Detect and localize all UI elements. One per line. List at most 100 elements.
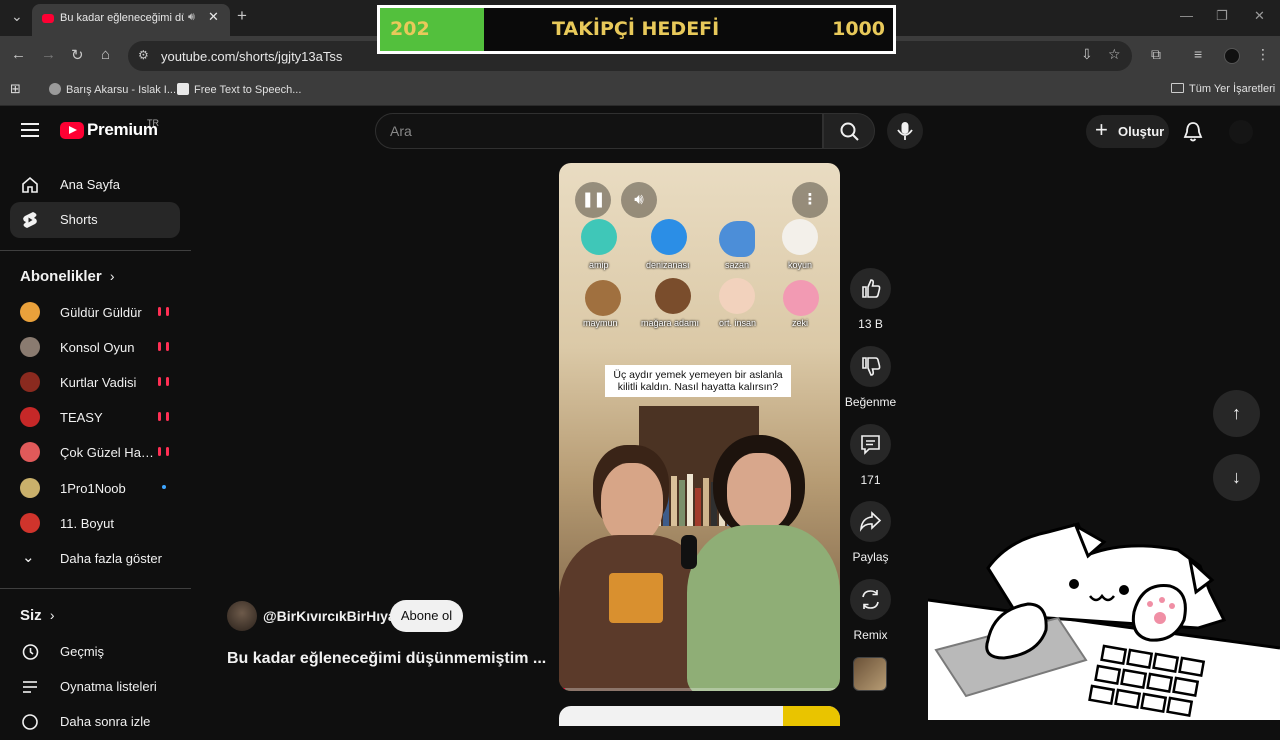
- notifications-bell-icon[interactable]: [1183, 121, 1203, 143]
- youtube-logo-icon[interactable]: [60, 122, 84, 139]
- dislike-button[interactable]: [850, 346, 891, 387]
- back-icon[interactable]: ←: [11, 46, 26, 63]
- sidebar-item-home[interactable]: Ana Sayfa: [10, 167, 180, 203]
- subscription-item[interactable]: TEASY: [10, 400, 180, 436]
- chrome-menu-icon[interactable]: ⋮: [1256, 46, 1270, 63]
- minimize-icon[interactable]: —: [1180, 8, 1193, 23]
- media-controls-icon[interactable]: ≡: [1194, 46, 1202, 62]
- search-button[interactable]: [823, 113, 875, 149]
- cat-eye: [1069, 579, 1079, 589]
- subscriptions-title: Abonelikler: [20, 268, 102, 285]
- voice-search-button[interactable]: [887, 113, 923, 149]
- video-progress-bar[interactable]: [559, 688, 840, 691]
- sidebar-item-watch-later[interactable]: Daha sonra izle: [10, 704, 180, 740]
- short-video-player[interactable]: amip denizanası sazan koyun maymun mağar…: [559, 163, 840, 691]
- bookmark-item[interactable]: Barış Akarsu - Islak I...: [49, 83, 176, 96]
- reload-icon[interactable]: ↻: [71, 46, 84, 64]
- channel-avatar[interactable]: [227, 601, 257, 631]
- you-heading[interactable]: Siz ›: [20, 607, 55, 624]
- thumbs-down-icon: [862, 357, 881, 376]
- channel-avatar: [20, 478, 40, 498]
- emoji-label: zeki: [792, 318, 809, 328]
- emoji-label: sazan: [725, 260, 750, 270]
- sound-thumbnail[interactable]: [853, 657, 887, 691]
- subscription-item[interactable]: 1Pro1Noob: [10, 471, 180, 507]
- dislike-action[interactable]: Beğenme: [845, 346, 896, 409]
- account-avatar[interactable]: [1229, 120, 1253, 144]
- playlists-icon: [23, 681, 37, 693]
- tab-audio-icon[interactable]: 🔊︎: [188, 11, 195, 24]
- share-button[interactable]: [850, 501, 891, 542]
- tab-close-icon[interactable]: ✕: [208, 9, 219, 25]
- video-progress-fill: [559, 688, 565, 691]
- install-app-icon[interactable]: ⇩: [1081, 46, 1093, 63]
- thumbs-up-icon: [862, 279, 881, 298]
- url-text: youtube.com/shorts/jgjty13aTss: [161, 49, 343, 64]
- guide-menu-icon[interactable]: [21, 123, 39, 141]
- subscription-item[interactable]: Kurtlar Vadisi: [10, 365, 180, 401]
- next-short-button[interactable]: ↓: [1213, 454, 1260, 501]
- profile-avatar[interactable]: [1224, 48, 1240, 64]
- next-short-preview[interactable]: [559, 706, 840, 726]
- comments-action[interactable]: 171: [850, 424, 891, 487]
- all-bookmarks-folder[interactable]: Tüm Yer İşaretleri: [1171, 83, 1275, 95]
- show-more-button[interactable]: ⌄ Daha fazla göster: [10, 541, 180, 577]
- browser-tab[interactable]: Bu kadar eğleneceğimi düşü 🔊︎ ✕: [32, 4, 230, 36]
- microphone-icon: [897, 122, 913, 140]
- sidebar-divider: [0, 588, 191, 589]
- like-button[interactable]: [850, 268, 891, 309]
- remix-icon: [862, 590, 879, 609]
- extensions-icon[interactable]: ⧉: [1151, 46, 1161, 63]
- woman-face: [727, 453, 791, 531]
- more-options-button[interactable]: ⋮: [792, 182, 828, 218]
- remix-action[interactable]: Remix: [850, 579, 891, 642]
- show-more-label: Daha fazla göster: [60, 551, 162, 566]
- comments-button[interactable]: [850, 424, 891, 465]
- subscription-item[interactable]: Güldür Güldür: [10, 295, 180, 331]
- channel-avatar: [20, 372, 40, 392]
- live-indicator-icon: [158, 447, 170, 456]
- sidebar-item-shorts[interactable]: Shorts: [10, 202, 180, 238]
- subscribe-button[interactable]: Abone ol: [390, 600, 463, 632]
- sidebar-item-history[interactable]: Geçmiş: [10, 634, 180, 670]
- tab-search-icon[interactable]: ⌄: [11, 8, 23, 25]
- chevron-right-icon: ›: [49, 607, 55, 623]
- restore-icon[interactable]: ❐: [1216, 8, 1228, 24]
- sidebar-item-label: Geçmiş: [60, 644, 105, 659]
- sidebar-item-playlists[interactable]: Oynatma listeleri: [10, 669, 180, 705]
- home-button-icon[interactable]: ⌂: [101, 46, 110, 63]
- microphone-prop: [681, 535, 697, 569]
- bookmark-favicon-icon: [177, 83, 189, 95]
- create-button[interactable]: + Oluştur: [1086, 115, 1169, 148]
- bookmark-item[interactable]: Free Text to Speech...: [177, 83, 301, 96]
- emoji-label: ort. insan: [719, 318, 757, 328]
- apps-grid-icon[interactable]: ⊞: [10, 81, 21, 97]
- hoodie-print: [609, 573, 663, 623]
- site-info-icon[interactable]: ⚙: [138, 48, 149, 62]
- previous-short-button[interactable]: ↑: [1213, 390, 1260, 437]
- search-input[interactable]: Ara: [375, 113, 823, 149]
- volume-button[interactable]: 🔊︎: [621, 182, 657, 218]
- brain-emoji-icon: [783, 280, 819, 316]
- forward-icon[interactable]: →: [41, 46, 56, 63]
- chevron-right-icon: ›: [109, 268, 115, 284]
- short-title[interactable]: Bu kadar eğleneceğimi düşünmemiştim ...: [227, 650, 546, 668]
- subscription-item[interactable]: Çok Güzel Hareketler Bunlar: [10, 435, 180, 471]
- pause-button[interactable]: ❚❚: [575, 182, 611, 218]
- bookmark-star-icon[interactable]: ☆: [1108, 46, 1121, 63]
- channel-handle[interactable]: @BirKıvırcıkBirHıyar: [263, 608, 401, 624]
- channel-name: Güldür Güldür: [60, 305, 142, 320]
- close-window-icon[interactable]: ✕: [1254, 8, 1265, 24]
- subscription-item[interactable]: Konsol Oyun: [10, 330, 180, 366]
- remix-button[interactable]: [850, 579, 891, 620]
- like-action[interactable]: 13 B: [850, 268, 891, 331]
- subscriptions-heading[interactable]: Abonelikler ›: [20, 268, 115, 285]
- emoji-label: amip: [589, 260, 609, 270]
- live-indicator-icon: [158, 307, 170, 316]
- subscription-item[interactable]: 11. Boyut: [10, 506, 180, 542]
- new-tab-button[interactable]: +: [237, 6, 247, 26]
- share-action[interactable]: Paylaş: [850, 501, 891, 564]
- paw-pad: [1159, 597, 1165, 603]
- live-indicator-icon: [158, 412, 170, 421]
- goal-current: 202: [390, 18, 430, 40]
